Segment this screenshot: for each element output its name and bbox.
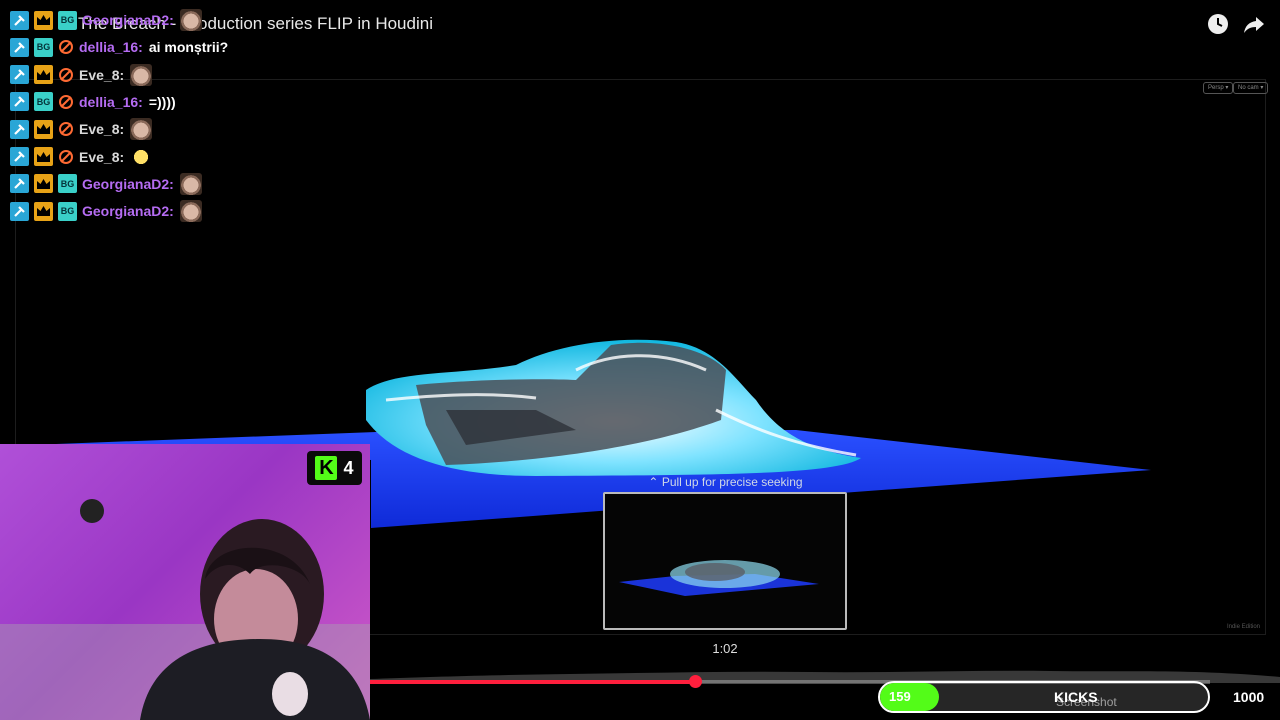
goal-current-value: 159 <box>889 689 911 704</box>
chat-message: BG dellia_16: =)))) <box>10 91 180 113</box>
moderator-badge-icon <box>10 119 29 139</box>
cat-emote-icon <box>179 200 202 223</box>
blade-badge-icon <box>58 121 74 137</box>
chat-message: Eve_8: <box>10 63 153 86</box>
watch-later-icon[interactable] <box>1206 12 1230 36</box>
moderator-badge-icon <box>10 37 29 57</box>
bg-badge-icon: BG <box>58 174 77 194</box>
share-icon[interactable] <box>1242 12 1266 36</box>
seek-preview-thumbnail <box>603 492 847 630</box>
chat-username[interactable]: GeorgianaD2: <box>82 176 174 192</box>
chevron-up-icon: ⌃ <box>648 475 659 489</box>
bg-badge-icon: BG <box>34 37 53 57</box>
cat-emote-icon <box>179 172 202 195</box>
chat-message: Eve_8: <box>10 145 153 168</box>
blade-badge-icon <box>58 94 74 110</box>
moderator-badge-icon <box>10 10 29 30</box>
progress-played <box>370 680 696 684</box>
moderator-badge-icon <box>10 147 29 166</box>
bg-badge-icon: BG <box>34 92 53 112</box>
chat-message: Eve_8: <box>10 118 153 141</box>
edition-label: Indie Edition <box>1226 624 1260 630</box>
cat-emote-icon <box>179 9 202 31</box>
cat-emote-icon <box>130 118 153 141</box>
kicks-counter-badge: K 4 <box>307 451 362 485</box>
chick-emote-icon <box>130 145 153 168</box>
moderator-badge-icon <box>10 65 29 85</box>
chat-username[interactable]: GeorgianaD2: <box>82 12 174 28</box>
chat-username[interactable]: dellia_16: <box>79 94 143 110</box>
chat-message: BG GeorgianaD2: <box>10 200 202 223</box>
goal-label: KICKS <box>1054 689 1098 705</box>
seek-hint: ⌃ Pull up for precise seeking <box>603 475 848 489</box>
vip-crown-icon <box>34 174 53 194</box>
blade-badge-icon <box>58 67 74 83</box>
webcam-feed <box>0 444 370 720</box>
moderator-badge-icon <box>10 174 29 194</box>
bg-badge-icon: BG <box>58 10 77 30</box>
vip-crown-icon <box>34 65 53 85</box>
vip-crown-icon <box>34 119 53 139</box>
kicks-count: 4 <box>343 457 354 478</box>
moderator-badge-icon <box>10 201 29 221</box>
chat-username[interactable]: dellia_16: <box>79 39 143 55</box>
blade-badge-icon <box>58 149 74 165</box>
moderator-badge-icon <box>10 92 29 112</box>
bg-badge-icon: BG <box>58 201 77 221</box>
chat-message: BG GeorgianaD2: <box>10 172 202 195</box>
goal-target-value: 1000 <box>1233 689 1265 705</box>
blade-badge-icon <box>58 39 74 55</box>
kicks-goal-bar <box>878 681 1210 713</box>
chat-message-text: ai monștrii? <box>148 39 229 56</box>
camera-menu[interactable]: No cam ▾ <box>1233 82 1269 94</box>
vip-crown-icon <box>34 201 53 221</box>
chat-username[interactable]: Eve_8: <box>79 149 124 165</box>
chat-username[interactable]: Eve_8: <box>79 121 124 137</box>
progress-scrubber-handle[interactable] <box>689 675 703 688</box>
perspective-menu[interactable]: Persp ▾ <box>1203 82 1234 94</box>
chat-username[interactable]: Eve_8: <box>79 67 124 83</box>
vip-crown-icon <box>34 147 53 166</box>
seek-hint-text: Pull up for precise seeking <box>661 475 803 489</box>
chat-message: BG dellia_16: ai monștrii? <box>10 36 232 58</box>
chat-message: BG GeorgianaD2: <box>10 9 202 31</box>
cat-emote-icon <box>130 63 153 86</box>
preview-timestamp: 1:02 <box>712 641 738 656</box>
vip-crown-icon <box>34 10 53 30</box>
chat-message-text: =)))) <box>148 93 176 110</box>
chat-username[interactable]: GeorgianaD2: <box>82 203 174 219</box>
kick-logo-icon: K <box>315 456 338 480</box>
